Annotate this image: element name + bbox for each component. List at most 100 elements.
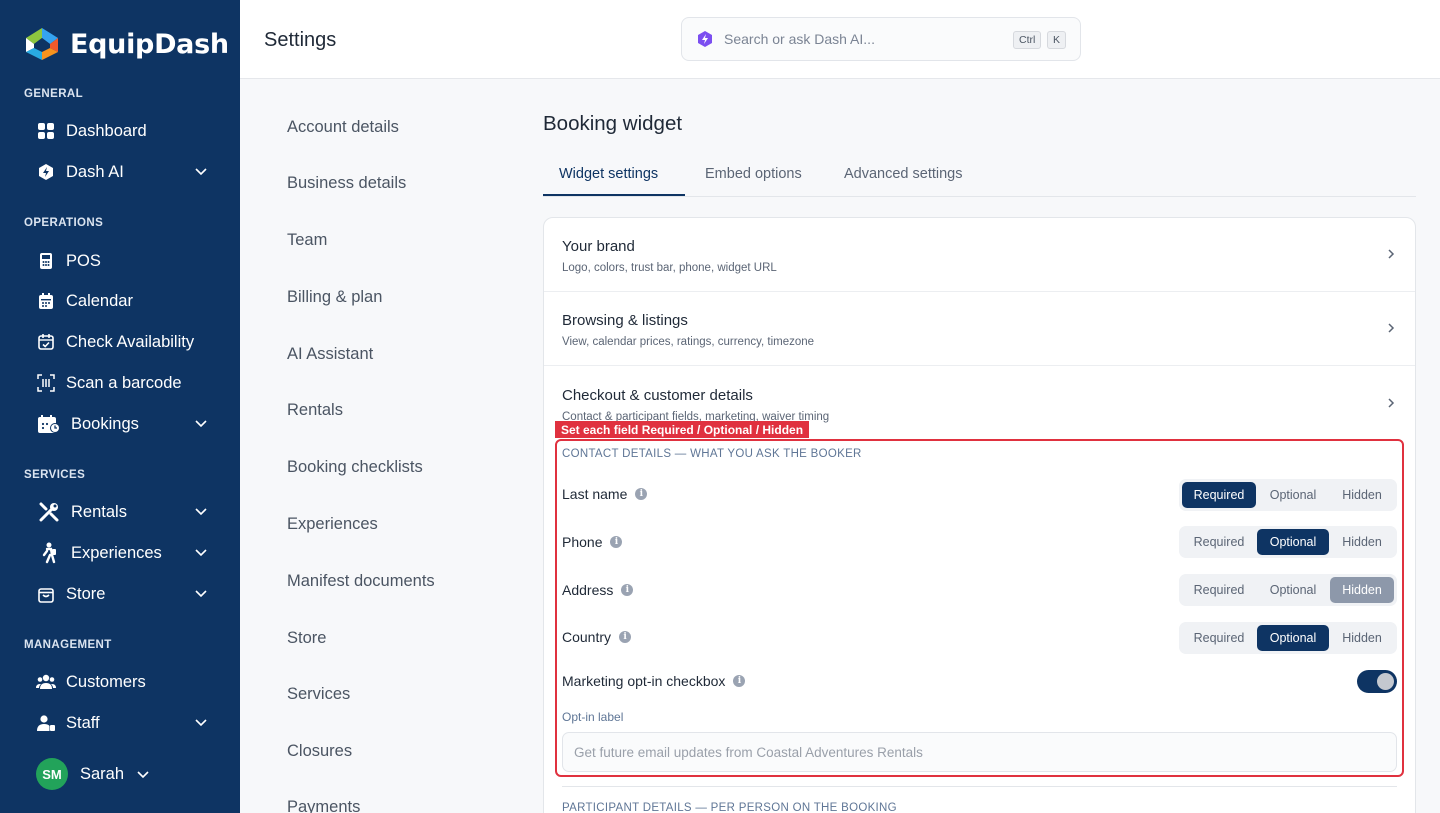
contact-details-section-label: CONTACT DETAILS — WHAT YOU ASK THE BOOKE… bbox=[562, 448, 862, 460]
info-icon[interactable]: i bbox=[610, 536, 623, 548]
annotation-callout: Set each field Required / Optional / Hid… bbox=[555, 421, 810, 438]
option-hidden[interactable]: Hidden bbox=[1330, 625, 1394, 651]
row-subtitle: Logo, colors, trust bar, phone, widget U… bbox=[562, 262, 777, 274]
calendar-icon bbox=[36, 291, 56, 311]
country-requirement-toggle: Required Optional Hidden bbox=[1179, 622, 1397, 654]
field-label: Address bbox=[562, 582, 614, 598]
settings-nav-experiences[interactable]: Experiences bbox=[287, 515, 378, 534]
row-title: Checkout & customer details bbox=[562, 387, 753, 404]
settings-nav-billing-plan[interactable]: Billing & plan bbox=[287, 288, 382, 307]
field-phone: Phone i bbox=[562, 534, 623, 550]
option-optional[interactable]: Optional bbox=[1257, 482, 1329, 508]
rentals-tools-icon bbox=[36, 502, 61, 522]
option-optional[interactable]: Optional bbox=[1257, 529, 1329, 555]
info-icon[interactable]: i bbox=[619, 631, 632, 643]
marketing-opt-in-switch[interactable] bbox=[1357, 670, 1397, 693]
active-tab-indicator bbox=[543, 194, 685, 196]
page-title: Settings bbox=[264, 29, 337, 51]
shopping-bag-icon bbox=[36, 584, 56, 604]
field-label: Country bbox=[562, 629, 612, 645]
option-hidden[interactable]: Hidden bbox=[1330, 577, 1394, 603]
user-name: Sarah bbox=[80, 764, 125, 783]
app-logo[interactable]: EquipDash bbox=[24, 26, 229, 62]
barcode-scan-icon bbox=[36, 373, 56, 393]
top-bar: Settings Search or ask Dash AI... Ctrl K bbox=[240, 0, 1440, 79]
switch-knob bbox=[1377, 673, 1394, 690]
sidebar-item-scan-barcode[interactable]: Scan a barcode bbox=[36, 369, 216, 397]
settings-nav-booking-checklists[interactable]: Booking checklists bbox=[287, 458, 423, 477]
option-required[interactable]: Required bbox=[1182, 577, 1256, 603]
nav-section-management: MANAGEMENT bbox=[24, 639, 112, 651]
info-icon[interactable]: i bbox=[635, 488, 648, 500]
option-required[interactable]: Required bbox=[1182, 482, 1256, 508]
tab-embed-options[interactable]: Embed options bbox=[705, 166, 802, 182]
field-address: Address i bbox=[562, 582, 634, 598]
app-name: EquipDash bbox=[70, 28, 229, 60]
tab-advanced-settings[interactable]: Advanced settings bbox=[844, 166, 963, 182]
settings-nav-payments[interactable]: Payments bbox=[287, 798, 360, 813]
sidebar-item-experiences[interactable]: Experiences bbox=[36, 539, 216, 567]
option-required[interactable]: Required bbox=[1182, 529, 1256, 555]
settings-nav-store[interactable]: Store bbox=[287, 629, 326, 648]
option-optional[interactable]: Optional bbox=[1257, 625, 1329, 651]
option-hidden[interactable]: Hidden bbox=[1330, 529, 1394, 555]
chevron-down-icon[interactable] bbox=[136, 767, 150, 781]
customers-icon bbox=[36, 672, 56, 692]
hiker-icon bbox=[36, 542, 61, 564]
sidebar-item-label: Scan a barcode bbox=[66, 373, 182, 392]
sidebar-item-label: Dash AI bbox=[66, 162, 124, 181]
chevron-down-icon[interactable] bbox=[194, 504, 208, 518]
sidebar-item-rentals[interactable]: Rentals bbox=[36, 498, 216, 526]
chevron-down-icon[interactable] bbox=[194, 715, 208, 729]
settings-nav-services[interactable]: Services bbox=[287, 685, 350, 704]
dash-ai-icon bbox=[36, 162, 56, 182]
user-menu[interactable]: SM Sarah bbox=[36, 758, 150, 790]
settings-nav-ai-assistant[interactable]: AI Assistant bbox=[287, 345, 373, 364]
sidebar-item-label: Bookings bbox=[71, 414, 139, 433]
sidebar-item-store[interactable]: Store bbox=[36, 580, 216, 608]
avatar: SM bbox=[36, 758, 68, 790]
sidebar-item-pos[interactable]: POS bbox=[36, 247, 216, 275]
settings-nav-business-details[interactable]: Business details bbox=[287, 174, 406, 193]
settings-nav-rentals[interactable]: Rentals bbox=[287, 401, 343, 420]
last-name-requirement-toggle: Required Optional Hidden bbox=[1179, 479, 1397, 511]
sidebar-item-bookings[interactable]: Bookings bbox=[36, 410, 216, 438]
info-icon[interactable]: i bbox=[733, 675, 746, 687]
sidebar-item-dashboard[interactable]: Dashboard bbox=[36, 117, 216, 145]
sidebar-item-staff[interactable]: Staff bbox=[36, 709, 216, 737]
option-hidden[interactable]: Hidden bbox=[1330, 482, 1394, 508]
tab-widget-settings[interactable]: Widget settings bbox=[559, 166, 658, 182]
info-icon[interactable]: i bbox=[621, 584, 634, 596]
sidebar: EquipDash GENERAL Dashboard Dash AI OPER… bbox=[0, 0, 240, 813]
chevron-down-icon[interactable] bbox=[194, 586, 208, 600]
sidebar-item-label: Staff bbox=[66, 713, 100, 732]
chevron-down-icon[interactable] bbox=[194, 545, 208, 559]
search-input[interactable]: Search or ask Dash AI... Ctrl K bbox=[681, 17, 1081, 61]
sidebar-item-customers[interactable]: Customers bbox=[36, 668, 216, 696]
dashboard-icon bbox=[36, 121, 56, 141]
field-last-name: Last name i bbox=[562, 486, 648, 502]
chevron-right-icon bbox=[1388, 398, 1395, 408]
field-marketing-opt-in: Marketing opt-in checkbox i bbox=[562, 673, 746, 689]
sidebar-item-check-availability[interactable]: Check Availability bbox=[36, 328, 216, 356]
row-browsing-listings[interactable]: Browsing & listings View, calendar price… bbox=[544, 292, 1415, 366]
settings-card: Your brand Logo, colors, trust bar, phon… bbox=[543, 217, 1416, 813]
settings-nav-manifest-documents[interactable]: Manifest documents bbox=[287, 572, 435, 591]
settings-nav-team[interactable]: Team bbox=[287, 231, 327, 250]
chevron-down-icon[interactable] bbox=[194, 164, 208, 178]
field-label: Marketing opt-in checkbox bbox=[562, 673, 726, 689]
option-optional[interactable]: Optional bbox=[1257, 577, 1329, 603]
settings-nav-closures[interactable]: Closures bbox=[287, 742, 352, 761]
option-required[interactable]: Required bbox=[1182, 625, 1256, 651]
sidebar-item-calendar[interactable]: Calendar bbox=[36, 287, 216, 315]
sidebar-item-label: Check Availability bbox=[66, 332, 195, 351]
field-label: Phone bbox=[562, 534, 603, 550]
section-title: Booking widget bbox=[543, 112, 683, 135]
opt-in-label-caption: Opt-in label bbox=[562, 710, 624, 724]
chevron-down-icon[interactable] bbox=[194, 416, 208, 430]
row-your-brand[interactable]: Your brand Logo, colors, trust bar, phon… bbox=[544, 218, 1415, 292]
sidebar-item-dash-ai[interactable]: Dash AI bbox=[36, 158, 216, 186]
opt-in-label-input[interactable] bbox=[562, 732, 1397, 772]
row-subtitle: View, calendar prices, ratings, currency… bbox=[562, 336, 815, 348]
settings-nav-account-details[interactable]: Account details bbox=[287, 118, 399, 137]
